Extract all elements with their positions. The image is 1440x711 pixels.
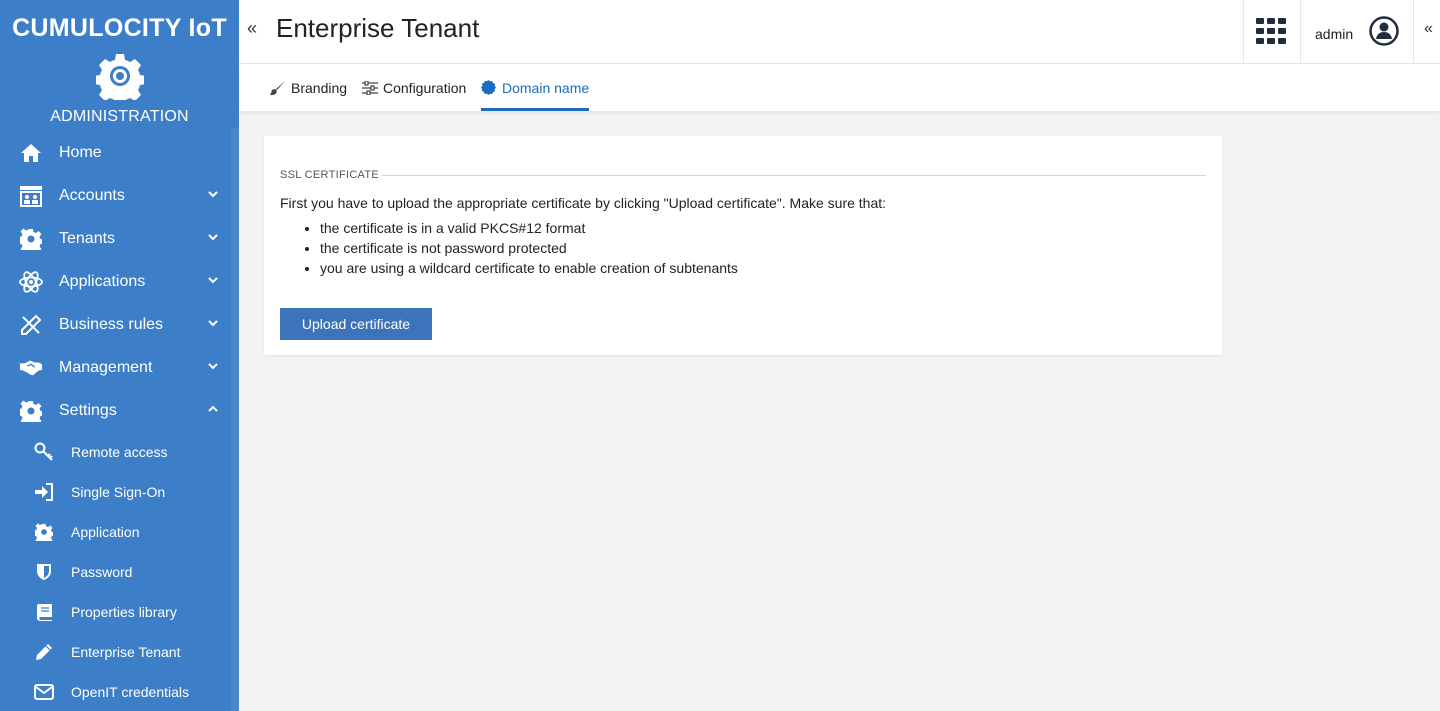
sidebar-item-label: Management bbox=[59, 358, 153, 376]
page-title: Enterprise Tenant bbox=[276, 13, 480, 43]
home-icon bbox=[19, 141, 43, 165]
divider bbox=[1243, 0, 1244, 63]
sidebar-subitem-label: Single Sign-On bbox=[71, 484, 166, 500]
user-avatar-icon[interactable] bbox=[1369, 16, 1399, 46]
top-header: « Enterprise Tenant admin « bbox=[239, 0, 1440, 64]
legend-divider bbox=[382, 175, 1206, 176]
chevron-down-icon bbox=[208, 277, 218, 284]
badge-icon bbox=[481, 80, 497, 96]
upload-certificate-button[interactable]: Upload certificate bbox=[280, 308, 432, 340]
tab-configuration[interactable]: Configuration bbox=[362, 64, 466, 111]
chevron-down-icon bbox=[208, 320, 218, 327]
tab-domain-name[interactable]: Domain name bbox=[481, 64, 590, 111]
divider bbox=[1413, 0, 1414, 63]
sidebar-item-label: Business rules bbox=[59, 315, 164, 333]
pencil-ruler-icon bbox=[19, 313, 43, 337]
collapse-sidebar-icon[interactable]: « bbox=[247, 18, 265, 42]
envelope-icon bbox=[34, 682, 54, 702]
sidebar-item-management[interactable]: Management bbox=[0, 346, 231, 389]
sidebar: CUMULOCITY IoT ADMINISTRATION Home Accou… bbox=[0, 0, 239, 711]
app-switcher-icon[interactable] bbox=[1256, 18, 1286, 44]
accounts-icon bbox=[19, 184, 43, 208]
sidebar-subitem-remote-access[interactable]: Remote access bbox=[0, 432, 231, 472]
brand: CUMULOCITY IoT ADMINISTRATION bbox=[0, 0, 239, 126]
sidebar-item-settings[interactable]: Settings bbox=[0, 389, 231, 432]
sidebar-subitem-label: Application bbox=[71, 524, 140, 540]
book-icon bbox=[34, 602, 54, 622]
sidebar-subitem-enterprise-tenant[interactable]: Enterprise Tenant bbox=[0, 632, 231, 672]
chevron-up-icon bbox=[208, 405, 218, 412]
administration-gear-icon bbox=[95, 54, 144, 100]
divider bbox=[1300, 0, 1301, 63]
chevron-down-icon bbox=[208, 191, 218, 198]
sidebar-subitem-label: Password bbox=[71, 564, 133, 580]
list-item: the certificate is not password protecte… bbox=[320, 238, 738, 258]
sidebar-nav: Home Accounts Tenants Applications Busin… bbox=[0, 131, 231, 711]
sidebar-item-business-rules[interactable]: Business rules bbox=[0, 303, 231, 346]
collapse-right-drawer-icon[interactable]: « bbox=[1424, 20, 1433, 38]
key-icon bbox=[34, 442, 54, 462]
tab-bar: Branding Configuration Domain name bbox=[239, 64, 1440, 111]
sidebar-subitem-label: Remote access bbox=[71, 444, 168, 460]
sidebar-item-label: Applications bbox=[59, 272, 146, 290]
sign-in-icon bbox=[34, 482, 54, 502]
shield-icon bbox=[34, 562, 54, 582]
tab-label: Branding bbox=[291, 79, 348, 96]
sidebar-item-tenants[interactable]: Tenants bbox=[0, 217, 231, 260]
sidebar-item-label: Settings bbox=[59, 401, 117, 419]
sidebar-subitem-label: Enterprise Tenant bbox=[71, 644, 181, 660]
list-item: you are using a wildcard certificate to … bbox=[320, 258, 738, 278]
sidebar-item-home[interactable]: Home bbox=[0, 131, 231, 174]
sidebar-subitem-properties-library[interactable]: Properties library bbox=[0, 592, 231, 632]
sidebar-item-label: Home bbox=[59, 143, 102, 161]
requirements-list: the certificate is in a valid PKCS#12 fo… bbox=[280, 218, 738, 278]
logo-text: CUMULOCITY IoT bbox=[12, 14, 227, 42]
gear-icon bbox=[19, 227, 43, 251]
sliders-icon bbox=[362, 80, 378, 96]
chevron-down-icon bbox=[208, 234, 218, 241]
pencil-icon bbox=[34, 642, 54, 662]
app-name: ADMINISTRATION bbox=[50, 108, 189, 125]
sidebar-item-applications[interactable]: Applications bbox=[0, 260, 231, 303]
sidebar-item-accounts[interactable]: Accounts bbox=[0, 174, 231, 217]
sidebar-subitem-single-sign-on[interactable]: Single Sign-On bbox=[0, 472, 231, 512]
sidebar-subitem-openit-credentials[interactable]: OpenIT credentials bbox=[0, 672, 231, 711]
tab-label: Domain name bbox=[502, 79, 590, 96]
tab-branding[interactable]: Branding bbox=[270, 64, 347, 111]
sidebar-subitem-application[interactable]: Application bbox=[0, 512, 231, 552]
brush-icon bbox=[270, 80, 286, 96]
sidebar-subitem-label: OpenIT credentials bbox=[71, 684, 190, 700]
gear-icon bbox=[19, 399, 43, 423]
sidebar-subitem-password[interactable]: Password bbox=[0, 552, 231, 592]
atom-icon bbox=[19, 270, 43, 294]
tab-label: Configuration bbox=[383, 79, 467, 96]
gear-icon bbox=[34, 522, 54, 542]
sidebar-scrollbar[interactable] bbox=[231, 128, 239, 711]
chevron-down-icon bbox=[208, 363, 218, 370]
sidebar-subitem-label: Properties library bbox=[71, 604, 177, 620]
ssl-certificate-card: SSL CERTIFICATE First you have to upload… bbox=[264, 136, 1222, 355]
handshake-icon bbox=[19, 356, 43, 380]
sidebar-item-label: Accounts bbox=[59, 186, 125, 204]
list-item: the certificate is in a valid PKCS#12 fo… bbox=[320, 218, 738, 238]
section-legend: SSL CERTIFICATE bbox=[280, 169, 380, 181]
intro-text: First you have to upload the appropriate… bbox=[280, 195, 887, 211]
user-name[interactable]: admin bbox=[1315, 26, 1353, 42]
sidebar-item-label: Tenants bbox=[59, 229, 116, 247]
